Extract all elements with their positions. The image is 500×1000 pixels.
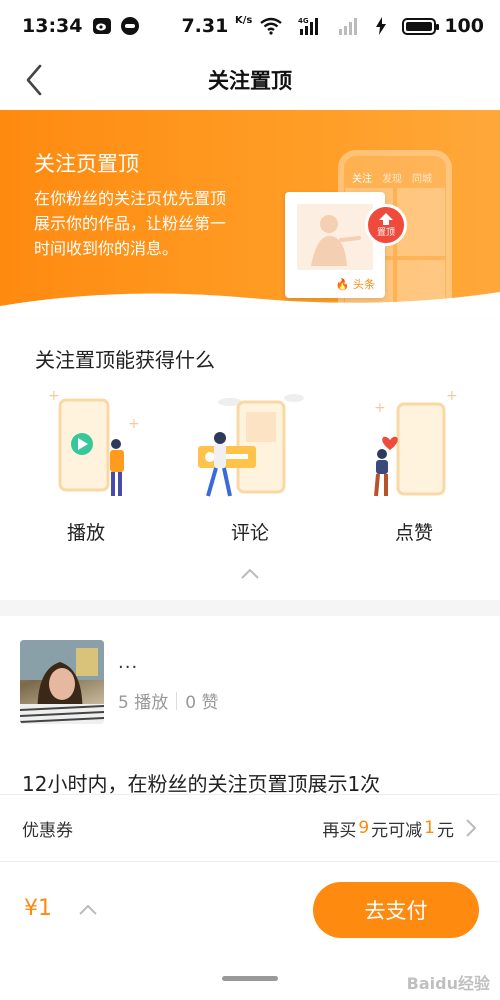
play-count: 5 播放 xyxy=(118,693,169,713)
benefits-panel: 关注置顶能获得什么 + + 播放 评论 + + 点赞 xyxy=(0,320,500,600)
signal-weak-icon xyxy=(338,16,360,36)
video-title: ... xyxy=(118,652,139,673)
status-bar: 13:34 7.31 K/s 4G 100 xyxy=(0,0,500,52)
phone-tab: 发现 xyxy=(382,174,402,185)
pay-button[interactable]: 去支付 xyxy=(313,882,479,938)
banner-description: 在你粉丝的关注页优先置顶展示你的作品，让粉丝第一时间收到你的消息。 xyxy=(34,189,227,258)
divider xyxy=(176,691,178,710)
chevron-up-icon xyxy=(241,569,259,579)
benefit-play: + + 播放 xyxy=(16,388,156,548)
promo-banner: 关注 发现 同城 🔥 头条 置顶 关注页置顶 在你粉丝的关注页优先置顶展示你的作… xyxy=(0,110,500,320)
section-separator xyxy=(0,600,500,616)
battery-level: 100 xyxy=(444,15,484,37)
coupon-label: 优惠券 xyxy=(22,820,73,841)
benefit-like: + + 点赞 xyxy=(344,388,484,548)
pin-badge: 置顶 xyxy=(365,204,407,246)
signal-icon: 4G xyxy=(298,16,322,36)
back-button[interactable] xyxy=(14,60,54,100)
card-image xyxy=(297,204,373,270)
nav-bar: 关注置顶 xyxy=(0,52,500,108)
benefit-label: 点赞 xyxy=(394,522,433,544)
chevron-right-icon xyxy=(466,819,477,837)
wifi-icon xyxy=(260,17,283,35)
collapse-button[interactable] xyxy=(238,562,262,586)
home-indicator[interactable] xyxy=(222,976,278,981)
banner-wave xyxy=(0,292,500,320)
network-speed: 7.31 K/s xyxy=(181,15,253,37)
like-illustration: + + xyxy=(374,388,458,497)
phone-tab: 同城 xyxy=(412,174,432,185)
clock: 13:34 xyxy=(22,15,83,37)
chevron-left-icon xyxy=(26,64,42,96)
video-stats: 5 播放 0 赞 xyxy=(118,688,218,713)
svg-text:+: + xyxy=(446,388,458,404)
watermark: Baidu经验 xyxy=(406,974,490,993)
battery-icon xyxy=(402,17,440,35)
benefit-label: 播放 xyxy=(66,522,105,544)
banner-title: 关注页置顶 xyxy=(34,152,139,176)
video-item: ... 5 播放 0 赞 xyxy=(0,616,500,746)
chevron-up-icon xyxy=(79,905,97,915)
arrow-up-icon xyxy=(379,212,393,225)
benefits-heading: 关注置顶能获得什么 xyxy=(35,348,215,372)
charging-icon xyxy=(376,17,387,35)
coupon-offer: 再买 9 元可减 1 元 xyxy=(322,816,478,841)
benefit-label: 评论 xyxy=(230,522,269,544)
pay-bar: ¥1 去支付 xyxy=(0,862,500,962)
svg-text:+: + xyxy=(128,416,140,432)
weibo-icon xyxy=(92,17,112,35)
coupon-row[interactable]: 优惠券 再买 9 元可减 1 元 xyxy=(0,796,500,860)
phone-tabs: 关注 发现 同城 xyxy=(352,170,432,185)
like-count: 0 赞 xyxy=(185,693,219,713)
page-title: 关注置顶 xyxy=(208,69,292,93)
price-detail-toggle[interactable] xyxy=(76,898,100,922)
svg-text:+: + xyxy=(374,400,386,416)
promotion-description: 12小时内，在粉丝的关注页置顶展示1次 xyxy=(22,772,381,796)
benefit-comment: 评论 xyxy=(180,388,320,548)
svg-text:+: + xyxy=(48,388,60,404)
phone-tab: 关注 xyxy=(352,174,372,185)
divider xyxy=(0,794,500,795)
app-notification-icon xyxy=(120,16,140,36)
total-price: ¥1 xyxy=(24,896,52,921)
play-illustration: + + xyxy=(48,388,140,496)
video-thumbnail xyxy=(20,640,104,724)
network-type: 4G xyxy=(298,17,309,25)
comment-illustration xyxy=(198,394,304,497)
